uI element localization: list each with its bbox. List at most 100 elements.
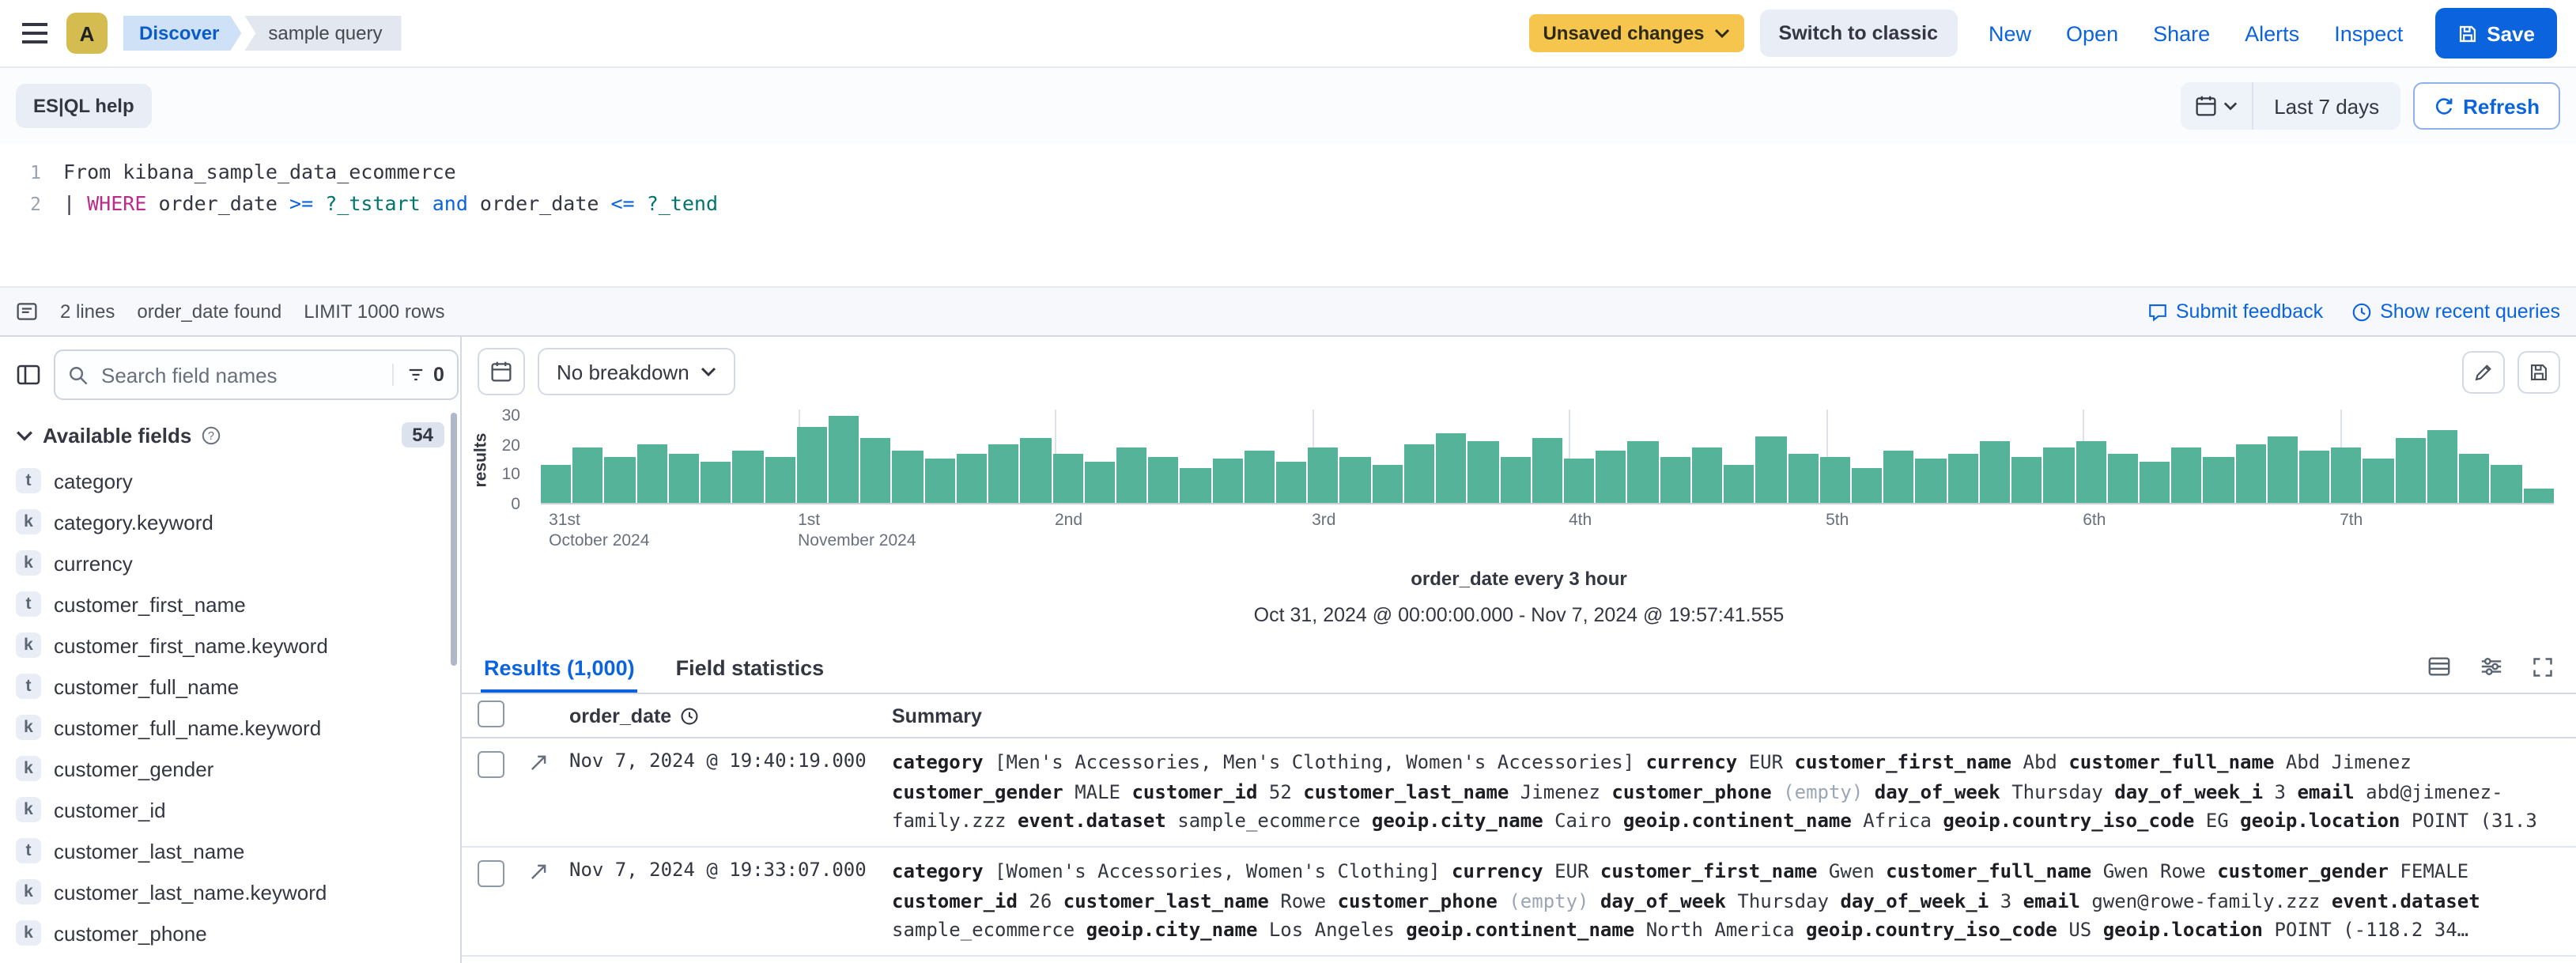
- histogram-bar[interactable]: [765, 456, 795, 503]
- switch-to-classic-button[interactable]: Switch to classic: [1760, 9, 1957, 57]
- expand-doc-button[interactable]: [528, 857, 569, 882]
- histogram-bar[interactable]: [1148, 456, 1178, 503]
- field-item[interactable]: kcustomer_id: [9, 789, 451, 830]
- save-button[interactable]: Save: [2434, 8, 2557, 59]
- field-filter-button[interactable]: 0: [392, 364, 444, 386]
- histogram-bar[interactable]: [2107, 453, 2137, 503]
- fullscreen-button[interactable]: [2529, 652, 2557, 681]
- histogram-bar[interactable]: [733, 451, 763, 503]
- histogram-bar[interactable]: [636, 444, 667, 503]
- field-item[interactable]: kcustomer_last_name.keyword: [9, 871, 451, 912]
- time-range-label[interactable]: Last 7 days: [2253, 94, 2400, 118]
- histogram-bar[interactable]: [1180, 468, 1211, 503]
- field-item[interactable]: kcustomer_first_name.keyword: [9, 625, 451, 666]
- display-options-button[interactable]: [2476, 651, 2506, 682]
- histogram-bar[interactable]: [701, 462, 731, 503]
- histogram-bar[interactable]: [1788, 453, 1818, 503]
- histogram-bar[interactable]: [1660, 456, 1690, 503]
- esql-help-button[interactable]: ES|QL help: [16, 84, 152, 128]
- histogram-bar[interactable]: [1596, 451, 1626, 503]
- row-checkbox[interactable]: [478, 751, 504, 778]
- histogram-bar[interactable]: [1724, 465, 1754, 503]
- histogram-bar[interactable]: [2427, 430, 2457, 503]
- histogram-bar[interactable]: [1245, 451, 1275, 503]
- collapse-sidebar-button[interactable]: [13, 354, 44, 395]
- histogram-bar[interactable]: [2268, 436, 2298, 503]
- histogram-bar[interactable]: [1532, 439, 1562, 503]
- histogram-bar[interactable]: [924, 459, 954, 503]
- histogram-bar[interactable]: [1340, 456, 1370, 503]
- histogram-bar[interactable]: [1947, 453, 1977, 503]
- table-row[interactable]: Nov 7, 2024 @ 19:33:07.000category [Wome…: [462, 848, 2576, 957]
- histogram-bar[interactable]: [2076, 442, 2106, 503]
- chart-time-interval-button[interactable]: [478, 348, 525, 395]
- tab-field-statistics[interactable]: Field statistics: [673, 656, 828, 693]
- field-item[interactable]: tcustomer_first_name: [9, 583, 451, 625]
- histogram-bar[interactable]: [2491, 465, 2521, 503]
- editor-line[interactable]: 2| WHERE order_date >= ?_tstart and orde…: [0, 188, 2576, 220]
- field-item[interactable]: kcurrency: [9, 542, 451, 583]
- field-item[interactable]: tcustomer_full_name: [9, 666, 451, 707]
- histogram-bar[interactable]: [1500, 456, 1530, 503]
- histogram-bar[interactable]: [2140, 462, 2170, 503]
- breadcrumb-discover[interactable]: Discover: [123, 16, 241, 51]
- edit-visualization-button[interactable]: [2462, 350, 2505, 393]
- histogram-bar[interactable]: [2523, 489, 2553, 503]
- histogram-bar[interactable]: [2363, 459, 2393, 503]
- field-item[interactable]: tcustomer_last_name: [9, 830, 451, 871]
- tab-results[interactable]: Results (1,000): [481, 656, 638, 693]
- field-search-input[interactable]: [98, 361, 383, 388]
- editor-line[interactable]: 1From kibana_sample_data_ecommerce: [0, 157, 2576, 188]
- field-item[interactable]: kcustomer_phone: [9, 912, 451, 954]
- field-item[interactable]: kcategory.keyword: [9, 501, 451, 542]
- histogram-bar[interactable]: [669, 453, 699, 503]
- field-item[interactable]: kcustomer_gender: [9, 748, 451, 789]
- histogram-bar[interactable]: [1116, 448, 1146, 503]
- histogram-bar[interactable]: [1628, 442, 1658, 503]
- histogram-bar[interactable]: [957, 453, 987, 503]
- order-date-column-header[interactable]: order_date: [569, 704, 671, 727]
- histogram-bar[interactable]: [893, 451, 923, 503]
- breadcrumb-current-query[interactable]: sample query: [244, 16, 401, 51]
- refresh-button[interactable]: Refresh: [2412, 82, 2560, 130]
- histogram-bar[interactable]: [2011, 456, 2042, 503]
- esql-editor[interactable]: 1From kibana_sample_data_ecommerce2| WHE…: [0, 144, 2576, 286]
- available-fields-header[interactable]: Available fields ? 54: [0, 406, 460, 457]
- histogram-bar[interactable]: [2299, 451, 2329, 503]
- histogram-bar[interactable]: [1212, 459, 1242, 503]
- histogram-bar[interactable]: [2044, 448, 2074, 503]
- histogram-bar[interactable]: [1883, 451, 1913, 503]
- histogram-bar[interactable]: [860, 439, 890, 503]
- save-visualization-button[interactable]: [2517, 350, 2560, 393]
- histogram-bar[interactable]: [1692, 448, 1722, 503]
- histogram-bar[interactable]: [572, 448, 602, 503]
- date-picker-calendar-button[interactable]: [2181, 82, 2253, 130]
- histogram-bar[interactable]: [2235, 444, 2265, 503]
- histogram-bar[interactable]: [1276, 462, 1306, 503]
- histogram-bar[interactable]: [1436, 433, 1466, 504]
- histogram-bar[interactable]: [1468, 442, 1498, 503]
- histogram-bar[interactable]: [2171, 448, 2201, 503]
- histogram-bar[interactable]: [1084, 462, 1114, 503]
- histogram-bar[interactable]: [988, 444, 1018, 503]
- histogram-bar[interactable]: [1372, 465, 1402, 503]
- open-link[interactable]: Open: [2066, 21, 2118, 45]
- histogram-bar[interactable]: [605, 456, 635, 503]
- expand-doc-button[interactable]: [528, 748, 569, 773]
- inspect-link[interactable]: Inspect: [2334, 21, 2403, 45]
- unsaved-changes-badge[interactable]: Unsaved changes: [1528, 14, 1743, 52]
- space-avatar[interactable]: A: [66, 13, 108, 54]
- show-recent-queries-link[interactable]: Show recent queries: [2351, 300, 2560, 323]
- histogram-bar[interactable]: [1404, 444, 1434, 503]
- menu-button[interactable]: [19, 19, 51, 47]
- histogram-bar[interactable]: [2459, 453, 2489, 503]
- histogram-bar[interactable]: [541, 465, 571, 503]
- histogram-bar[interactable]: [2332, 448, 2362, 503]
- histogram-bar[interactable]: [2395, 439, 2425, 503]
- new-link[interactable]: New: [1989, 21, 2031, 45]
- field-item[interactable]: kcustomer_full_name.keyword: [9, 707, 451, 748]
- histogram-bar[interactable]: [797, 427, 827, 503]
- table-row[interactable]: Nov 7, 2024 @ 19:40:19.000category [Men'…: [462, 738, 2576, 848]
- histogram-bar[interactable]: [1052, 453, 1082, 503]
- histogram-bar[interactable]: [1980, 442, 2010, 503]
